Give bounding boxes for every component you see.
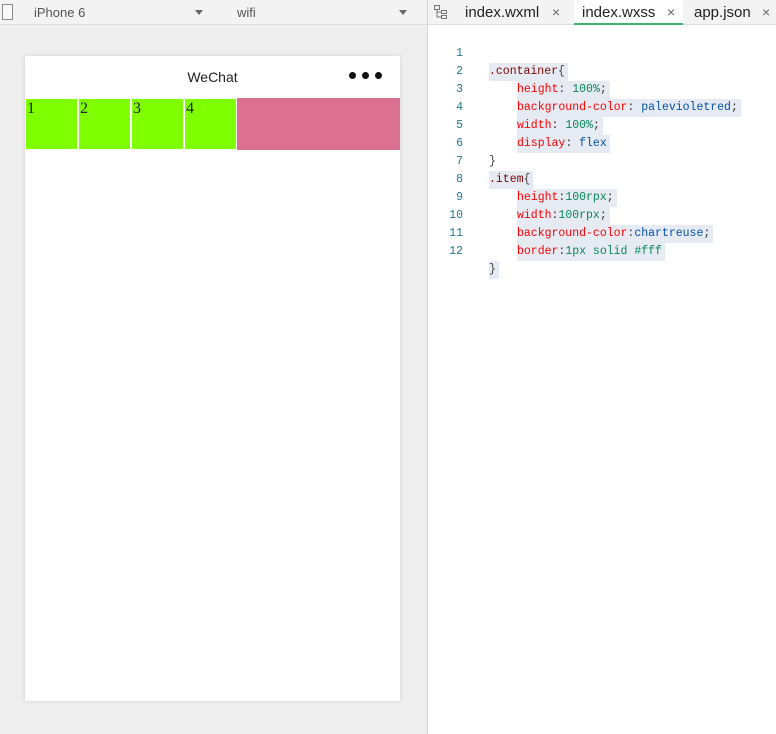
- close-icon[interactable]: ×: [762, 0, 770, 25]
- css-value: chartreuse: [634, 227, 704, 240]
- css-property: height: [517, 191, 559, 204]
- flex-item: 4: [184, 98, 237, 150]
- code-line: 4 width: 100%;: [428, 81, 603, 135]
- code-editor: index.wxml × index.wxss × app.json × 1 .…: [428, 0, 776, 734]
- editor-tab-bar: index.wxml × index.wxss × app.json ×: [428, 0, 776, 25]
- code-text: display: flex: [517, 135, 610, 153]
- tab-label: index.wxml: [465, 4, 540, 21]
- dot: [375, 72, 382, 79]
- code-text: background-color: palevioletred;: [517, 99, 741, 117]
- tab-index-wxml[interactable]: index.wxml ×: [465, 0, 573, 25]
- code-line: 11 border:1px solid #fff: [428, 207, 665, 261]
- code-text: height:100rpx;: [517, 189, 617, 207]
- flex-item: 1: [25, 98, 78, 150]
- css-value: 100%: [565, 119, 593, 132]
- css-brace: }: [489, 261, 499, 279]
- css-brace: {: [523, 173, 531, 186]
- code-text: .container{: [489, 63, 568, 81]
- more-menu-icon[interactable]: [349, 71, 383, 81]
- code-line: 10 background-color:chartreuse;: [428, 189, 714, 243]
- css-property: background-color: [517, 227, 628, 240]
- dot: [349, 72, 356, 79]
- tab-index-wxss[interactable]: index.wxss ×: [574, 0, 683, 25]
- code-line: 9 width:100rpx;: [428, 171, 610, 225]
- simulator-toolbar: iPhone 6 wifi: [0, 0, 427, 25]
- code-text: height: 100%;: [517, 81, 610, 99]
- code-text: background-color:chartreuse;: [517, 225, 714, 243]
- flex-container: 1 2 3 4: [25, 98, 400, 150]
- device-toggle-icon[interactable]: [2, 4, 13, 20]
- page-title: WeChat: [187, 69, 238, 85]
- flex-item: 2: [78, 98, 131, 150]
- close-icon[interactable]: ×: [667, 0, 675, 25]
- css-property: width: [517, 209, 552, 222]
- device-select[interactable]: iPhone 6: [34, 0, 85, 25]
- css-value: 100rpx: [565, 191, 607, 204]
- network-select[interactable]: wifi: [237, 0, 256, 25]
- file-tree-icon[interactable]: [434, 5, 448, 20]
- css-selector: .container: [489, 65, 559, 78]
- css-selector: .item: [489, 173, 524, 186]
- css-brace: }: [489, 155, 496, 168]
- dot: [362, 72, 369, 79]
- css-value: 1px solid #fff: [565, 245, 662, 258]
- css-brace: {: [558, 65, 565, 78]
- css-value: 100%: [572, 83, 600, 96]
- css-value: flex: [579, 137, 607, 150]
- tab-label: app.json: [694, 4, 751, 21]
- code-line: 7 .item{: [428, 135, 534, 189]
- tab-app-json[interactable]: app.json ×: [694, 0, 776, 25]
- code-line: 2 height: 100%;: [428, 45, 610, 99]
- code-line: 5 display: flex: [428, 99, 610, 153]
- css-property: border: [517, 245, 559, 258]
- phone-screen: WeChat 1 2 3 4: [25, 56, 400, 701]
- css-property: width: [517, 119, 552, 132]
- close-icon[interactable]: ×: [552, 0, 560, 25]
- code-line: 8 height:100rpx;: [428, 153, 617, 207]
- flex-item: 3: [131, 98, 184, 150]
- css-value: palevioletred: [641, 101, 731, 114]
- css-property: background-color: [517, 101, 628, 114]
- code-line: 6 }: [428, 117, 496, 168]
- css-value: 100rpx: [558, 209, 600, 222]
- code-text: width: 100%;: [517, 117, 603, 135]
- code-text: .item{: [489, 171, 534, 189]
- tab-label: index.wxss: [582, 4, 656, 21]
- simulator-panel: iPhone 6 wifi WeChat 1 2 3 4: [0, 0, 427, 734]
- code-line: 12 }: [428, 225, 499, 279]
- css-property: display: [517, 137, 566, 150]
- chevron-down-icon[interactable]: [195, 10, 203, 15]
- code-text: border:1px solid #fff: [517, 243, 665, 261]
- wechat-nav-bar: WeChat: [25, 56, 400, 98]
- line-number: 12: [449, 245, 463, 258]
- code-line: 1 .container{: [428, 27, 568, 81]
- css-property: height: [517, 83, 559, 96]
- code-text: width:100rpx;: [517, 207, 610, 225]
- code-line: 3 background-color: palevioletred;: [428, 63, 741, 117]
- chevron-down-icon[interactable]: [399, 10, 407, 15]
